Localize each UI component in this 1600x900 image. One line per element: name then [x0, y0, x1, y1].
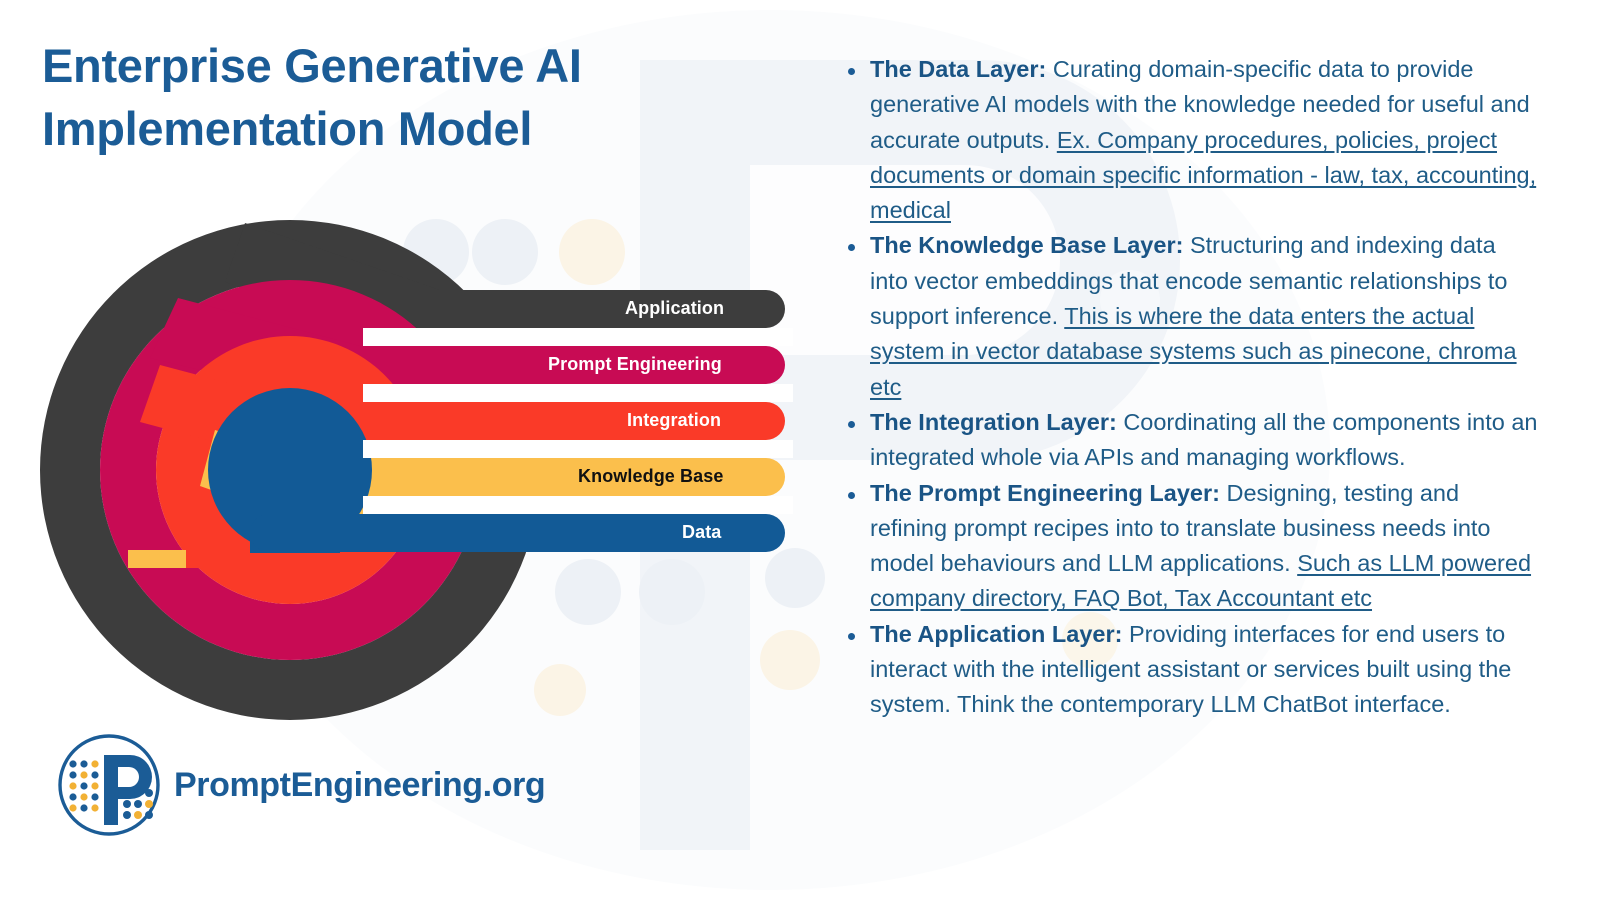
bullet-term: The Knowledge Base Layer:: [870, 232, 1184, 259]
pill-label-data: Data: [682, 522, 722, 542]
bullet-term: The Integration Layer:: [870, 408, 1117, 435]
list-item: The Data Layer: Curating domain-specific…: [838, 52, 1538, 228]
pill-label-integration: Integration: [627, 410, 722, 430]
pill-label-prompt-engineering: Prompt Engineering: [548, 354, 722, 374]
layer-description-list: The Data Layer: Curating domain-specific…: [838, 52, 1538, 723]
brand-logo[interactable]: PromptEngineering.org: [50, 733, 546, 837]
bullet-term: The Data Layer:: [870, 56, 1047, 82]
pill-label-knowledge-base: Knowledge Base: [578, 466, 724, 486]
promptengineering-p-dots-icon: [58, 734, 160, 836]
pill-label-application: Application: [625, 298, 725, 318]
list-item: The Knowledge Base Layer: Structuring an…: [838, 228, 1538, 404]
brand-name: PromptEngineering.org: [174, 765, 546, 804]
list-item: The Application Layer: Providing interfa…: [838, 617, 1538, 723]
page-title: Enterprise Generative AI Implementation …: [42, 34, 802, 161]
bullet-term: The Application Layer:: [870, 620, 1123, 647]
page-title-line-2: Implementation Model: [42, 102, 533, 156]
bullet-term: The Prompt Engineering Layer:: [870, 479, 1220, 506]
list-item: The Integration Layer: Coordinating all …: [838, 405, 1538, 476]
page-title-line-1: Enterprise Generative AI: [42, 39, 582, 92]
list-item: The Prompt Engineering Layer: Designing,…: [838, 476, 1538, 617]
infographic-canvas: Enterprise Generative AI Implementation …: [0, 0, 1600, 900]
